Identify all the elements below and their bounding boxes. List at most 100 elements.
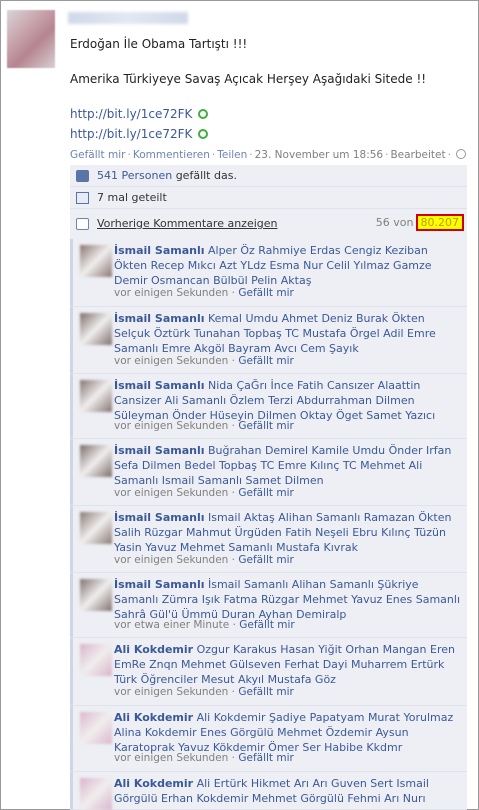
post-link-text[interactable]: http://bit.ly/1ce72FK — [70, 107, 192, 121]
comment-indent-bar — [70, 374, 73, 438]
comment-link[interactable]: Kommentieren — [133, 149, 210, 161]
comment-item: Ali Kokdemir Ali Ertürk Hikmet Arı Arı G… — [70, 772, 467, 810]
edited-label[interactable]: Bearbeitet — [390, 149, 445, 161]
comment-body: İsmail Samanlı Kemal Umdu Ahmet Deniz Bu… — [114, 311, 460, 356]
comment-meta: vor einigen Sekunden · Gefällt mir — [114, 420, 294, 432]
meta-separator: · — [228, 355, 239, 367]
likes-row: 541 Personen gefällt das. — [70, 165, 467, 187]
post-link-text[interactable]: http://bit.ly/1ce72FK — [70, 127, 192, 141]
comment-author[interactable]: Ali Kokdemir — [114, 711, 193, 724]
meta-separator: · — [229, 619, 240, 631]
post-link-1[interactable]: http://bit.ly/1ce72FK — [70, 107, 209, 121]
commenter-avatar[interactable] — [80, 579, 112, 611]
comment-item: İsmail Samanlı İsmail Samanlı Alihan Sam… — [70, 573, 467, 638]
comment-like-link[interactable]: Gefällt mir — [238, 752, 293, 764]
comment-meta: vor etwa einer Minute · Gefällt mir — [114, 619, 295, 631]
commenter-avatar[interactable] — [80, 778, 112, 810]
commenter-avatar[interactable] — [80, 380, 112, 412]
comment-author[interactable]: İsmail Samanlı — [114, 511, 205, 524]
comment-timestamp[interactable]: vor einigen Sekunden — [114, 686, 228, 698]
comment-meta: vor einigen Sekunden · Gefällt mir — [114, 752, 294, 764]
meta-separator: · — [228, 686, 239, 698]
prev-comments-link[interactable]: Vorherige Kommentare anzeigen — [97, 217, 278, 230]
meta-separator: · — [228, 554, 239, 566]
comment-author[interactable]: İsmail Samanlı — [114, 312, 205, 325]
comment-author[interactable]: İsmail Samanlı — [114, 379, 205, 392]
comment-timestamp[interactable]: vor einigen Sekunden — [114, 554, 228, 566]
comment-body: Ali Kokdemir Ali Ertürk Hikmet Arı Arı G… — [114, 776, 460, 806]
external-link-icon — [198, 129, 209, 139]
commenter-avatar[interactable] — [80, 245, 112, 277]
share-link[interactable]: Teilen — [217, 149, 247, 161]
comment-count-prefix: 56 von — [375, 216, 414, 229]
commenter-avatar[interactable] — [80, 512, 112, 544]
comment-like-link[interactable]: Gefällt mir — [238, 487, 293, 499]
comment-indent-bar — [70, 638, 73, 705]
comment-item: İsmail Samanlı Nida ÇaĞrı İnce Fatih Can… — [70, 374, 467, 439]
globe-icon[interactable] — [455, 149, 466, 159]
commenter-avatar[interactable] — [80, 445, 112, 477]
external-link-icon — [198, 109, 209, 119]
comment-timestamp[interactable]: vor einigen Sekunden — [114, 752, 228, 764]
comment-body: Ali Kokdemir Ali Kokdemir Şadiye Papatya… — [114, 710, 460, 755]
comment-timestamp[interactable]: vor einigen Sekunden — [114, 287, 228, 299]
comment-meta: vor einigen Sekunden · Gefällt mir — [114, 355, 294, 367]
meta-separator: · — [228, 487, 239, 499]
comment-body: İsmail Samanlı Ismail Aktaş Alihan Saman… — [114, 510, 460, 555]
commenter-avatar[interactable] — [80, 313, 112, 345]
commenter-avatar[interactable] — [80, 644, 112, 676]
comment-like-link[interactable]: Gefällt mir — [238, 287, 293, 299]
ufi-box: 541 Personen gefällt das. 7 mal geteilt … — [70, 165, 467, 239]
comment-item: İsmail Samanlı Ismail Aktaş Alihan Saman… — [70, 506, 467, 573]
comment-indent-bar — [70, 706, 73, 771]
comment-author[interactable]: İsmail Samanlı — [114, 444, 205, 457]
comment-author[interactable]: İsmail Samanlı — [114, 244, 205, 257]
comment-item: İsmail Samanlı Alper Öz Rahmiye Erdas Ce… — [70, 239, 467, 307]
comment-meta: vor einigen Sekunden · Gefällt mir — [114, 487, 294, 499]
share-icon — [76, 192, 89, 204]
meta-separator: · — [228, 287, 239, 299]
comment-like-link[interactable]: Gefällt mir — [239, 619, 294, 631]
comment-like-link[interactable]: Gefällt mir — [238, 355, 293, 367]
comment-like-link[interactable]: Gefällt mir — [238, 420, 293, 432]
comment-indent-bar — [70, 573, 73, 637]
comment-meta: vor einigen Sekunden · Gefällt mir — [114, 686, 294, 698]
comment-like-link[interactable]: Gefällt mir — [238, 554, 293, 566]
shares-link[interactable]: 7 mal geteilt — [97, 191, 167, 204]
comment-indent-bar — [70, 307, 73, 373]
comment-body: İsmail Samanlı İsmail Samanlı Alihan Sam… — [114, 577, 460, 622]
post-actions: Gefällt mir · Kommentieren · Teilen · 23. Nove… — [70, 149, 466, 161]
comment-body: İsmail Samanlı Nida ÇaĞrı İnce Fatih Can… — [114, 378, 460, 423]
comment-timestamp[interactable]: vor einigen Sekunden — [114, 355, 228, 367]
like-link[interactable]: Gefällt mir — [70, 149, 125, 161]
comment-count: 56 von 80.207 — [376, 214, 464, 231]
comment-timestamp[interactable]: vor etwa einer Minute — [114, 619, 229, 631]
comment-timestamp[interactable]: vor einigen Sekunden — [114, 487, 228, 499]
meta-separator: · — [228, 752, 239, 764]
shares-row: 7 mal geteilt — [70, 187, 467, 209]
comment-indent-bar — [70, 439, 73, 505]
comment-body: Ali Kokdemir Ozgur Karakus Hasan Yiğit O… — [114, 642, 460, 687]
comment-author[interactable]: Ali Kokdemir — [114, 643, 193, 656]
poster-avatar[interactable] — [7, 10, 55, 68]
post-link-2[interactable]: http://bit.ly/1ce72FK — [70, 127, 209, 141]
comment-item: İsmail Samanlı Kemal Umdu Ahmet Deniz Bu… — [70, 307, 467, 374]
post-title: Erdoğan İle Obama Tartıştı !!! — [70, 37, 248, 51]
comment-item: İsmail Samanlı Buğrahan Demirel Kamile U… — [70, 439, 467, 506]
comment-indent-bar — [70, 506, 73, 572]
post-timestamp[interactable]: 23. November um 18:56 — [255, 149, 383, 161]
comment-indent-bar — [70, 239, 73, 306]
meta-separator: · — [228, 420, 239, 432]
comment-body: İsmail Samanlı Alper Öz Rahmiye Erdas Ce… — [114, 243, 460, 288]
commenter-avatar[interactable] — [80, 712, 112, 744]
likes-suffix: gefällt das. — [175, 169, 237, 182]
comment-item: Ali Kokdemir Ali Kokdemir Şadiye Papatya… — [70, 706, 467, 772]
comment-author[interactable]: İsmail Samanlı — [114, 578, 205, 591]
comment-author[interactable]: Ali Kokdemir — [114, 777, 193, 790]
comment-like-link[interactable]: Gefällt mir — [238, 686, 293, 698]
thumbs-up-icon — [76, 170, 89, 182]
likes-count-link[interactable]: 541 Personen — [97, 169, 172, 182]
poster-name[interactable] — [68, 12, 188, 24]
comment-timestamp[interactable]: vor einigen Sekunden — [114, 420, 228, 432]
comment-count-total: 80.207 — [415, 214, 464, 231]
